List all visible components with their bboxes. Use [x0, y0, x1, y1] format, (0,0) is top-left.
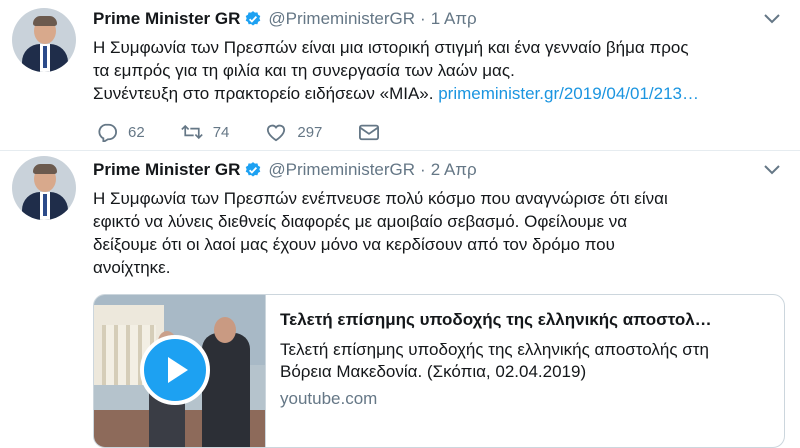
author-name[interactable]: Prime Minister GR — [93, 9, 240, 29]
verified-badge-icon — [246, 11, 261, 26]
tweet[interactable]: Prime Minister GR @PrimeministerGR · 1 Α… — [0, 0, 800, 151]
author-name[interactable]: Prime Minister GR — [93, 160, 240, 180]
tweet-header: Prime Minister GR @PrimeministerGR · 2 Α… — [93, 160, 477, 180]
chevron-down-icon[interactable] — [764, 165, 780, 175]
card-title: Τελετή επίσημης υποδοχής της ελληνικής α… — [280, 310, 712, 329]
mail-icon — [359, 124, 380, 141]
tweet-text-line: Συνέντευξη στο πρακτορείο ειδήσεων «ΜΙΑ»… — [93, 82, 783, 105]
reply-count: 62 — [128, 123, 145, 141]
tweet-link[interactable]: primeminister.gr/2019/04/01/213… — [438, 84, 699, 103]
tweet-timestamp[interactable]: 1 Απρ — [431, 9, 477, 29]
tweet-text-line: εφικτό να λύνεις διεθνείς διαφορές με αμ… — [93, 212, 628, 231]
card-description: Τελετή επίσημης υποδοχής της ελληνικής α… — [280, 339, 775, 383]
tweet-timestamp[interactable]: 2 Απρ — [431, 160, 477, 180]
retweet-count: 74 — [212, 123, 230, 141]
tweet-text-line: ανοίχτηκε. — [93, 258, 171, 277]
avatar[interactable] — [12, 8, 76, 72]
tweet-text: Η Συμφωνία των Πρεσπών είναι μια ιστορικ… — [93, 36, 783, 105]
card-description-line: Τελετή επίσημης υποδοχής της ελληνικής α… — [280, 340, 709, 359]
card-description-line: Βόρεια Μακεδονία. (Σκόπια, 02.04.2019) — [280, 362, 587, 381]
tweet-text-line: Η Συμφωνία των Πρεσπών ενέπνευσε πολύ κό… — [93, 189, 668, 208]
author-handle[interactable]: @PrimeministerGR — [268, 160, 415, 180]
avatar[interactable] — [12, 156, 76, 220]
card-body: Τελετή επίσημης υποδοχής της ελληνικής α… — [280, 309, 775, 409]
direct-message-button[interactable] — [358, 122, 390, 142]
retweet-icon — [180, 124, 203, 140]
heart-icon — [267, 124, 286, 142]
tweet-header: Prime Minister GR @PrimeministerGR · 1 Α… — [93, 9, 477, 29]
reply-button[interactable]: 62 — [96, 122, 145, 142]
reply-icon — [98, 123, 117, 142]
link-preview-card[interactable]: Τελετή επίσημης υποδοχής της ελληνικής α… — [93, 294, 785, 448]
author-handle[interactable]: @PrimeministerGR — [268, 9, 415, 29]
video-thumbnail[interactable] — [94, 295, 266, 447]
tweet-text-line: δείξουμε ότι οι λαοί μας έχουν μόνο να κ… — [93, 235, 615, 254]
tweet-text-line: Η Συμφωνία των Πρεσπών είναι μια ιστορικ… — [93, 38, 689, 57]
retweet-button[interactable]: 74 — [180, 122, 230, 142]
chevron-down-icon[interactable] — [764, 14, 780, 24]
separator-dot: · — [420, 9, 426, 28]
tweet-text-segment: Συνέντευξη στο πρακτορείο ειδήσεων «ΜΙΑ»… — [93, 84, 439, 103]
like-button[interactable]: 297 — [265, 122, 322, 142]
tweet-text-line: τα εμπρός για τη φιλία και τη συνεργασία… — [93, 61, 515, 80]
play-icon[interactable] — [140, 335, 210, 405]
like-count: 297 — [297, 123, 323, 141]
card-domain: youtube.com — [280, 389, 378, 408]
tweet-actions: 62 74 297 — [96, 122, 426, 142]
verified-badge-icon — [246, 162, 261, 177]
tweet[interactable]: Prime Minister GR @PrimeministerGR · 2 Α… — [0, 151, 800, 448]
separator-dot: · — [420, 160, 426, 179]
tweet-text: Η Συμφωνία των Πρεσπών ενέπνευσε πολύ κό… — [93, 187, 783, 279]
